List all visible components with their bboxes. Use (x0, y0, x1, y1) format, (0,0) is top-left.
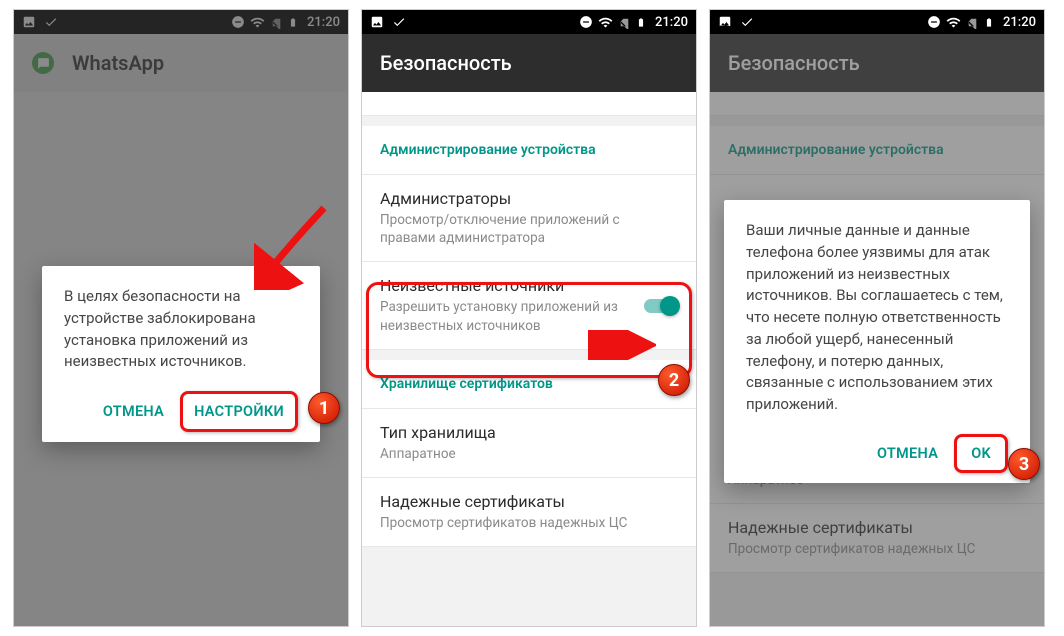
app-bar: Безопасность (362, 34, 696, 92)
settings-button[interactable]: НАСТРОЙКИ (184, 395, 294, 428)
item-subtitle: Просмотр сертификатов надежных ЦС (380, 514, 678, 532)
confirm-dialog: Ваши личные данные и данные телефона бол… (724, 200, 1030, 483)
item-administrators[interactable]: Администраторы Просмотр/отключение прило… (362, 175, 696, 262)
phone-screen-3: 21:20 Безопасность Администрирование уст… (710, 10, 1044, 626)
step-badge-2: 2 (658, 364, 690, 396)
check-icon (392, 15, 406, 29)
step-badge-3: 3 (1008, 448, 1040, 480)
item-title: Администраторы (380, 189, 678, 208)
page-title: Безопасность (728, 51, 860, 75)
image-icon (718, 15, 732, 29)
annotation-arrow (586, 330, 656, 360)
item-subtitle: Просмотр/отключение приложений с правами… (380, 211, 678, 247)
dialog-message: Ваши личные данные и данные телефона бол… (746, 220, 1008, 416)
item-title: Тип хранилища (380, 423, 678, 442)
item-title: Надежные сертификаты (728, 518, 1026, 537)
phone-screen-1: 21:20 WhatsApp В целях безопасности на у… (14, 10, 348, 626)
battery-icon (636, 15, 646, 30)
battery-icon (984, 15, 994, 30)
step-badge-1: 1 (308, 392, 340, 424)
app-bar: Безопасность (710, 34, 1044, 92)
dnd-icon (927, 15, 941, 29)
cancel-button[interactable]: ОТМЕНА (867, 434, 948, 473)
status-time: 21:20 (1003, 15, 1036, 30)
status-time: 21:20 (655, 15, 688, 30)
wifi-icon (598, 15, 613, 30)
dialog-message: В целях безопасности на устройстве забло… (64, 286, 298, 373)
image-icon (370, 15, 384, 29)
item-subtitle: Просмотр сертификатов надежных ЦС (728, 540, 1026, 558)
install-blocked-dialog: В целях безопасности на устройстве забло… (42, 266, 320, 442)
phone-screen-2: 21:20 Безопасность Администрирование уст… (362, 10, 696, 626)
item-trusted-certs[interactable]: Надежные сертификаты Просмотр сертификат… (362, 478, 696, 547)
page-title: Безопасность (380, 51, 512, 75)
annotation-arrow (254, 200, 334, 290)
wifi-icon (946, 15, 961, 30)
check-icon (740, 15, 754, 29)
status-bar: 21:20 (710, 10, 1044, 34)
item-title: Надежные сертификаты (380, 492, 678, 511)
cancel-button[interactable]: ОТМЕНА (93, 391, 174, 432)
item-storage-type[interactable]: Тип хранилища Аппаратное (362, 409, 696, 478)
no-sim-icon (618, 16, 631, 29)
item-subtitle: Аппаратное (380, 445, 678, 463)
section-device-admin: Администрирование устройства (362, 126, 696, 175)
dnd-icon (579, 15, 593, 29)
item-trusted-certs[interactable]: Надежные сертификаты Просмотр сертификат… (710, 504, 1044, 573)
ok-button[interactable]: OK (957, 437, 1005, 470)
no-sim-icon (966, 16, 979, 29)
section-device-admin: Администрирование устройства (710, 126, 1044, 175)
status-bar: 21:20 (362, 10, 696, 34)
